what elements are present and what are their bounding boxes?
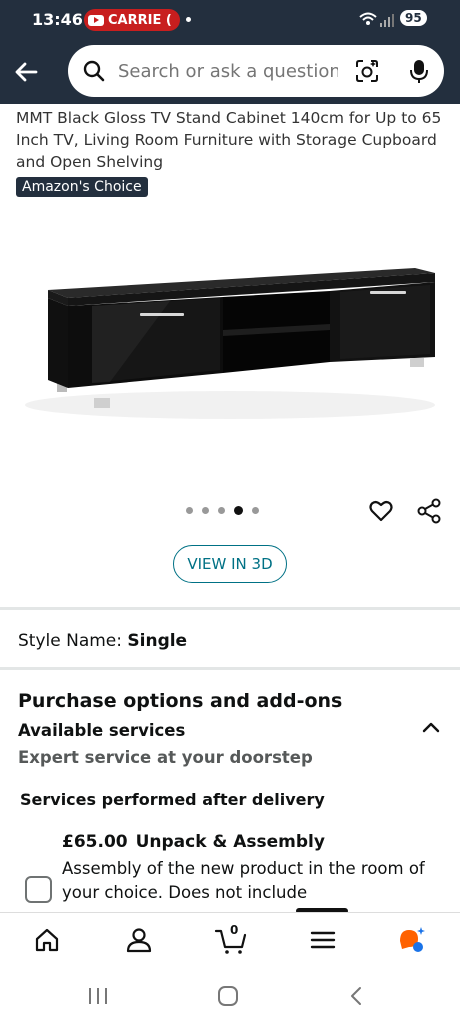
- camera-lens-icon[interactable]: [354, 58, 380, 84]
- status-time: 13:46: [32, 10, 83, 29]
- cart-count: 0: [230, 923, 239, 937]
- style-value: Single: [127, 631, 188, 651]
- service-option: £65.00 Unpack & Assembly: [62, 832, 325, 852]
- carousel-dot-active[interactable]: [234, 506, 243, 515]
- back-arrow-icon[interactable]: [10, 56, 42, 88]
- product-title[interactable]: MMT Black Gloss TV Stand Cabinet 140cm f…: [16, 107, 446, 173]
- carousel-dot[interactable]: [186, 507, 193, 514]
- home-button-icon[interactable]: [216, 985, 240, 1007]
- notification-dot-icon: [186, 17, 191, 22]
- carousel-dot[interactable]: [252, 507, 259, 514]
- carousel-dot[interactable]: [218, 507, 225, 514]
- home-icon[interactable]: [32, 925, 62, 955]
- menu-icon[interactable]: [308, 925, 338, 955]
- search-input[interactable]: [118, 60, 338, 82]
- back-icon[interactable]: [346, 985, 366, 1007]
- share-icon[interactable]: [416, 498, 442, 524]
- view-in-3d-button[interactable]: VIEW IN 3D: [173, 545, 287, 583]
- services-after-delivery-heading: Services performed after delivery: [20, 790, 325, 809]
- cart-button[interactable]: 0: [214, 923, 248, 955]
- style-name-row[interactable]: Style Name: Single: [18, 631, 187, 651]
- notification-pill: CARRIE (: [84, 9, 180, 31]
- section-divider: [0, 607, 460, 610]
- section-divider: [0, 667, 460, 670]
- system-navigation-bar: [0, 968, 460, 1024]
- youtube-icon: [88, 14, 104, 26]
- service-name: Unpack & Assembly: [135, 832, 325, 852]
- bottom-navigation: 0: [0, 912, 460, 968]
- app-header: [0, 40, 460, 104]
- notification-text: CARRIE (: [108, 12, 172, 28]
- service-checkbox[interactable]: [25, 876, 52, 903]
- rufus-assistant-icon[interactable]: [397, 925, 427, 955]
- carousel-dot[interactable]: [202, 507, 209, 514]
- image-carousel-indicator: [186, 506, 259, 515]
- search-bar[interactable]: [68, 45, 444, 97]
- expert-service-text: Expert service at your doorstep: [18, 748, 313, 767]
- product-image[interactable]: [20, 240, 440, 440]
- amazons-choice-badge: Amazon's Choice: [16, 177, 148, 197]
- service-price: £65.00: [62, 832, 128, 852]
- microphone-icon[interactable]: [408, 58, 430, 84]
- account-icon[interactable]: [124, 925, 154, 955]
- search-icon: [83, 60, 105, 82]
- style-label: Style Name:: [18, 631, 128, 651]
- heart-icon[interactable]: [368, 498, 394, 524]
- purchase-options-heading: Purchase options and add-ons: [18, 690, 343, 712]
- battery-badge: 95: [400, 10, 427, 26]
- chevron-up-icon[interactable]: [420, 718, 442, 736]
- status-bar: 13:46 CARRIE ( 95: [0, 0, 460, 40]
- service-description: Assembly of the new product in the room …: [62, 859, 425, 902]
- wifi-signal-icon: [359, 12, 394, 27]
- available-services-heading[interactable]: Available services: [18, 721, 185, 740]
- recent-apps-icon[interactable]: [86, 985, 110, 1007]
